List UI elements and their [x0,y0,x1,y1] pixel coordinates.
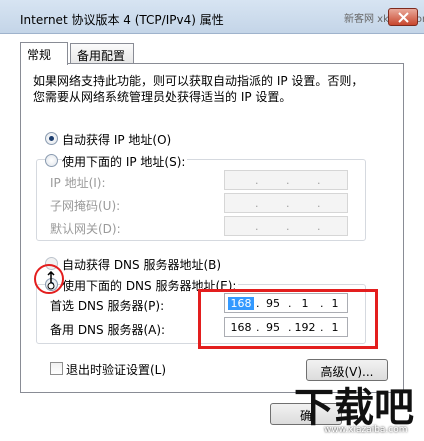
validate-on-exit-label: 退出时验证设置(L) [66,363,167,377]
close-button[interactable] [388,8,418,26]
ip-address-label: IP 地址(I): [50,176,106,190]
tab-alternate-config[interactable]: 备用配置 [70,43,134,64]
tab-alternate-config-label: 备用配置 [77,49,126,63]
manual-ip-radio[interactable] [45,154,58,167]
tab-general[interactable]: 常规 [20,42,68,65]
watermark-url: www.xiazaiba.com [324,425,408,435]
close-icon [398,12,409,23]
default-gateway-input[interactable]: ... [224,216,348,236]
window-title: Internet 协议版本 4 (TCP/IPv4) 属性 [20,13,224,27]
mouse-cursor-icon [47,271,55,290]
default-gateway-label: 默认网关(D): [50,222,121,236]
title-bar: Internet 协议版本 4 (TCP/IPv4) 属性 新客网 xkezw.… [0,0,424,34]
description-text: 如果网络支持此功能，则可以获取自动指派的 IP 设置。否则，您需要从网络系统管理… [33,74,364,104]
auto-dns-label: 自动获得 DNS 服务器地址(B) [62,258,222,272]
validate-on-exit-checkbox[interactable] [50,362,63,375]
preferred-dns-label: 首选 DNS 服务器(P): [50,299,165,313]
ip-address-input[interactable]: ... [224,170,348,190]
tab-general-label: 常规 [27,48,52,62]
subnet-mask-input[interactable]: ... [224,193,348,213]
auto-ip-label: 自动获得 IP 地址(O) [62,133,172,147]
subnet-mask-label: 子网掩码(U): [50,199,121,213]
auto-ip-radio[interactable] [45,132,58,145]
manual-ip-label: 使用下面的 IP 地址(S): [62,153,188,170]
dns-highlight-box [198,289,378,349]
alternate-dns-label: 备用 DNS 服务器(A): [50,323,166,337]
